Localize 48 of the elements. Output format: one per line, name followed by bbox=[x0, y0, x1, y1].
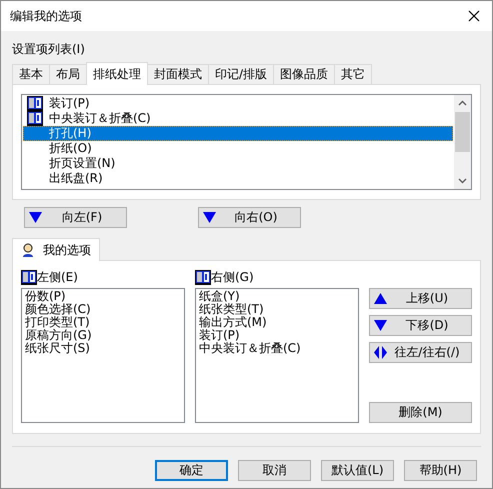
tab[interactable]: 其它 bbox=[334, 64, 372, 84]
up-triangle-icon bbox=[374, 293, 387, 304]
action-button[interactable]: 删除(M) bbox=[369, 402, 472, 423]
down-triangle-icon bbox=[203, 212, 216, 223]
list-item[interactable]: 颜色选择(C) bbox=[25, 303, 181, 316]
tab[interactable]: 我的选项 bbox=[12, 238, 100, 261]
list-item[interactable]: 纸盒(Y) bbox=[199, 290, 355, 303]
list-item[interactable]: 原稿方向(G) bbox=[25, 329, 181, 342]
right-side-label: 右侧(G) bbox=[211, 268, 254, 286]
dialog-button[interactable]: 取消 bbox=[238, 460, 311, 481]
tab[interactable]: 基本 bbox=[12, 64, 50, 84]
scroll-down-icon[interactable] bbox=[458, 178, 467, 184]
left-side-label: 左侧(E) bbox=[37, 268, 78, 286]
action-button[interactable]: 下移(D) bbox=[369, 315, 472, 336]
list-item[interactable]: 纸张类型(T) bbox=[199, 303, 355, 316]
list-item[interactable]: 折纸(O) bbox=[23, 141, 453, 156]
binder-icon bbox=[27, 111, 43, 126]
dialog-button[interactable]: 确定 bbox=[155, 460, 228, 481]
scrollbar[interactable] bbox=[454, 95, 471, 189]
list-item[interactable]: 中央装订＆折叠(C) bbox=[23, 111, 453, 126]
list-item[interactable]: 输出方式(M) bbox=[199, 316, 355, 329]
settings-list-label: 设置项列表(I) bbox=[12, 41, 86, 58]
list-item[interactable]: 装订(P) bbox=[199, 329, 355, 342]
move-button[interactable]: 向左(F) bbox=[24, 207, 127, 228]
list-item[interactable]: 中央装订＆折叠(C) bbox=[199, 342, 355, 355]
list-item[interactable]: 纸张尺寸(S) bbox=[25, 342, 181, 355]
move-button[interactable]: 向右(O) bbox=[198, 207, 301, 228]
list-item[interactable]: 打孔(H) bbox=[23, 126, 453, 141]
person-icon bbox=[21, 243, 35, 257]
binder-icon bbox=[27, 96, 43, 111]
down-triangle-icon bbox=[29, 212, 42, 223]
list-item[interactable]: 份数(P) bbox=[25, 290, 181, 303]
close-icon[interactable] bbox=[468, 10, 480, 22]
list-item[interactable]: 折页设置(N) bbox=[23, 156, 453, 171]
scroll-up-icon[interactable] bbox=[458, 100, 467, 106]
dialog-button[interactable]: 默认值(L) bbox=[321, 460, 394, 481]
dialog-button[interactable]: 帮助(H) bbox=[404, 460, 477, 481]
action-button[interactable]: 往左/往右(/) bbox=[369, 342, 472, 363]
action-button[interactable]: 上移(U) bbox=[369, 288, 472, 309]
list-item[interactable]: 装订(P) bbox=[23, 96, 453, 111]
down-triangle-icon bbox=[374, 320, 387, 331]
binder-icon bbox=[195, 270, 211, 284]
binder-icon bbox=[21, 270, 37, 284]
left-right-triangle-icon bbox=[374, 346, 387, 359]
list-item[interactable]: 打印类型(T) bbox=[25, 316, 181, 329]
window-title: 编辑我的选项 bbox=[10, 8, 82, 24]
list-item[interactable]: 出纸盘(R) bbox=[23, 171, 453, 186]
tab[interactable]: 排纸处理 bbox=[86, 62, 148, 85]
